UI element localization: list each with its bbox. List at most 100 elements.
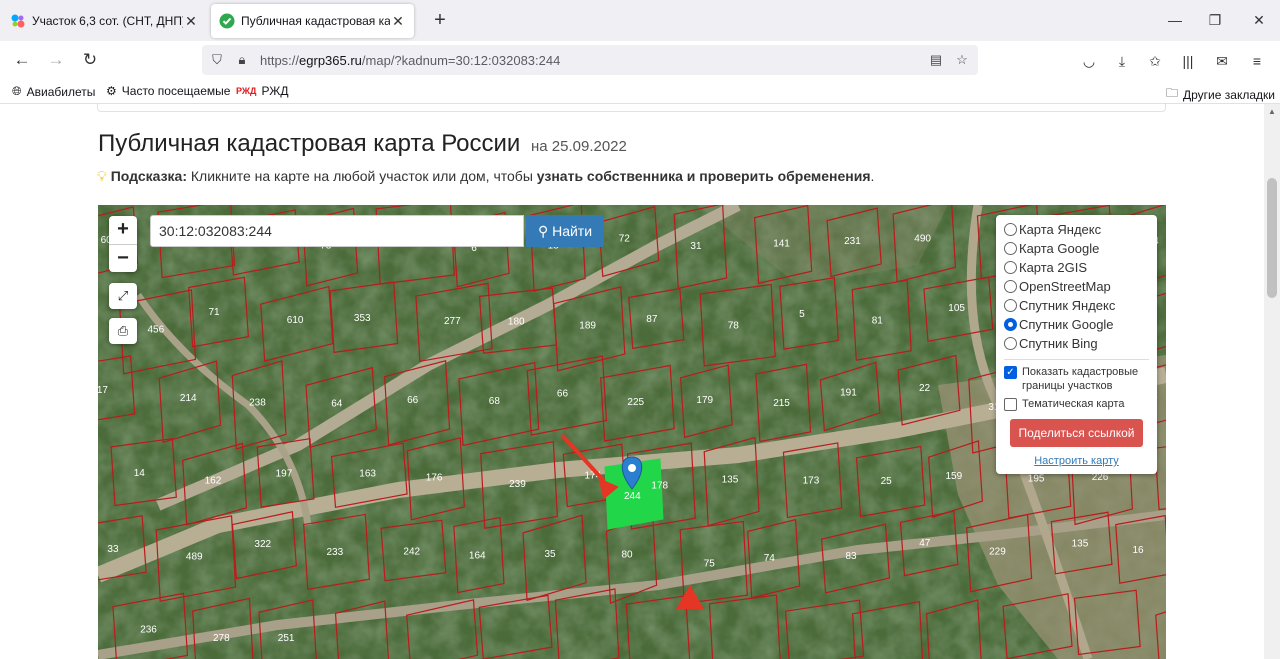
pocket-icon[interactable]: ◡ — [1079, 51, 1099, 71]
layer-option[interactable]: Карта 2GIS — [1004, 258, 1149, 277]
parcel-number: 490 — [914, 234, 931, 245]
parcel-number: 610 — [287, 315, 304, 326]
layer-label: Спутник Яндекс — [1019, 298, 1116, 313]
cadastral-borders-option[interactable]: ✓ Показать кадастровые границы участков — [1004, 365, 1149, 393]
layer-option[interactable]: Карта Яндекс — [1004, 220, 1149, 239]
thematic-map-checkbox[interactable] — [1004, 398, 1017, 411]
extensions-star-icon[interactable]: ✩ — [1145, 51, 1165, 71]
layer-option[interactable]: Спутник Яндекс — [1004, 296, 1149, 315]
minimize-button[interactable]: — — [1163, 8, 1187, 32]
zoom-out-button[interactable]: − — [109, 244, 137, 272]
layer-radio[interactable] — [1004, 261, 1017, 274]
zoom-in-button[interactable]: + — [109, 216, 137, 244]
find-button[interactable]: ⚲ Найти — [526, 215, 604, 247]
download-icon[interactable]: ⤓ — [1112, 51, 1132, 71]
parcel-number: 353 — [354, 313, 371, 324]
page-date: на 25.09.2022 — [531, 138, 627, 155]
restore-button[interactable]: ❐ — [1203, 8, 1227, 32]
parcel-number: 35 — [545, 549, 557, 560]
layer-switcher: Карта Яндекс Карта Google Карта 2GIS OpenSt… — [996, 215, 1157, 474]
layer-radio[interactable] — [1004, 318, 1017, 331]
reload-icon[interactable]: ↻ — [79, 49, 101, 71]
bookmark-star-icon[interactable]: ☆ — [954, 52, 970, 68]
nav-bar: ← → ↻ ⛉ 🔒︎ https://egrp365.ru/map/?kadnu… — [0, 41, 1280, 80]
library-icon[interactable]: ||| — [1178, 51, 1198, 71]
layer-radio[interactable] — [1004, 299, 1017, 312]
parcel-number: 322 — [254, 539, 271, 550]
search-icon: ⚲ — [537, 223, 549, 239]
bookmark-label: Авиабилеты — [26, 84, 96, 99]
page-content: Публичная кадастровая карта России на 25… — [0, 104, 1264, 659]
selected-parcel-number: 244 — [624, 491, 641, 502]
reader-view-icon[interactable]: ▤ — [928, 52, 944, 68]
parcel-number: 72 — [619, 234, 631, 245]
layer-option[interactable]: OpenStreetMap — [1004, 277, 1149, 296]
top-frame — [97, 104, 1166, 112]
parcel-number: 80 — [622, 549, 634, 560]
close-window-button[interactable]: ✕ — [1247, 8, 1271, 32]
url-bar[interactable]: ⛉ 🔒︎ https://egrp365.ru/map/?kadnum=30:1… — [202, 45, 978, 75]
parcel-number: 163 — [359, 469, 376, 480]
parcel-number: 162 — [205, 476, 222, 487]
cadastral-borders-label: Показать кадастровые границы участков — [1022, 366, 1139, 392]
zoom-control: + − — [109, 216, 137, 272]
bookmark-aviabilety[interactable]: 🌐︎ Авиабилеты — [12, 84, 95, 99]
print-icon[interactable]: ⎙ — [109, 318, 137, 344]
layer-list: Карта Яндекс Карта Google Карта 2GIS OpenSt… — [1004, 220, 1149, 353]
tab-title: Публичная кадастровая карта — [241, 14, 390, 28]
bookmarks-bar: 🌐︎ Авиабилеты ⚙ Часто посещаемые РЖД РЖД 🗀 Д… — [0, 80, 1280, 104]
parcel-number: 178 — [651, 481, 668, 492]
layer-radio[interactable] — [1004, 280, 1017, 293]
parcel-number: 83 — [846, 551, 858, 562]
thematic-map-option[interactable]: Тематическая карта — [1004, 397, 1149, 411]
parcel-number: 277 — [444, 316, 461, 327]
parcel-number: 214 — [180, 393, 197, 404]
parcel-number: 189 — [579, 321, 596, 332]
fullscreen-icon[interactable]: ⤢ — [109, 283, 137, 309]
mail-icon[interactable]: ✉ — [1212, 51, 1232, 71]
back-icon[interactable]: ← — [11, 49, 33, 71]
layer-label: Карта 2GIS — [1019, 260, 1088, 275]
tab-listing[interactable]: Участок 6,3 сот. (СНТ, ДНП) — ✕ — [2, 4, 207, 38]
tab-cadastral-map[interactable]: Публичная кадастровая карта ✕ — [211, 4, 414, 38]
layer-radio[interactable] — [1004, 223, 1017, 236]
parcel-number: 78 — [728, 321, 740, 332]
parcel-number: 74 — [764, 553, 776, 564]
parcel-number: 135 — [1072, 538, 1089, 549]
shield-icon[interactable]: ⛉ — [209, 52, 225, 68]
layer-option[interactable]: Карта Google — [1004, 239, 1149, 258]
forward-icon[interactable]: → — [45, 49, 67, 71]
cadastral-map[interactable]: 244 609200797822761872311412314907536814… — [98, 205, 1166, 659]
parcel-number: 159 — [946, 471, 963, 482]
close-icon[interactable]: ✕ — [183, 13, 199, 30]
cadastral-search-input[interactable] — [150, 215, 524, 247]
page-scrollbar[interactable]: ▲ — [1264, 104, 1280, 659]
configure-map-link[interactable]: Настроить карту — [1004, 455, 1149, 467]
gear-icon: ⚙ — [106, 84, 117, 98]
parcel-number: 238 — [249, 398, 266, 409]
lock-icon[interactable]: 🔒︎ — [234, 52, 250, 68]
layer-option[interactable]: Спутник Google — [1004, 315, 1149, 334]
parcel-number: 22 — [919, 383, 931, 394]
parcel-number: 87 — [646, 314, 658, 325]
parcel-number: 239 — [509, 479, 526, 490]
bookmark-rzd[interactable]: РЖД РЖД — [236, 84, 289, 98]
bookmark-most-visited[interactable]: ⚙ Часто посещаемые — [106, 84, 230, 98]
close-icon[interactable]: ✕ — [390, 13, 406, 30]
parcel-number: 75 — [704, 558, 716, 569]
cadastral-borders-checkbox[interactable]: ✓ — [1004, 366, 1017, 379]
layer-option[interactable]: Спутник Bing — [1004, 334, 1149, 353]
other-bookmarks[interactable]: 🗀 Другие закладки — [1166, 84, 1275, 105]
layer-radio[interactable] — [1004, 242, 1017, 255]
url-scheme: https:// — [260, 52, 300, 68]
layer-radio[interactable] — [1004, 337, 1017, 350]
new-tab-button[interactable]: + — [428, 8, 452, 32]
url-host: egrp365.ru — [299, 52, 362, 68]
scrollbar-thumb[interactable] — [1267, 178, 1277, 298]
share-link-button[interactable]: Поделиться ссылкой — [1010, 419, 1143, 447]
parcel-number: 236 — [140, 624, 157, 635]
parcel-number: 66 — [557, 388, 569, 399]
scroll-up-icon[interactable]: ▲ — [1264, 104, 1280, 120]
menu-icon[interactable]: ≡ — [1247, 51, 1267, 71]
avito-favicon-icon — [11, 14, 25, 28]
